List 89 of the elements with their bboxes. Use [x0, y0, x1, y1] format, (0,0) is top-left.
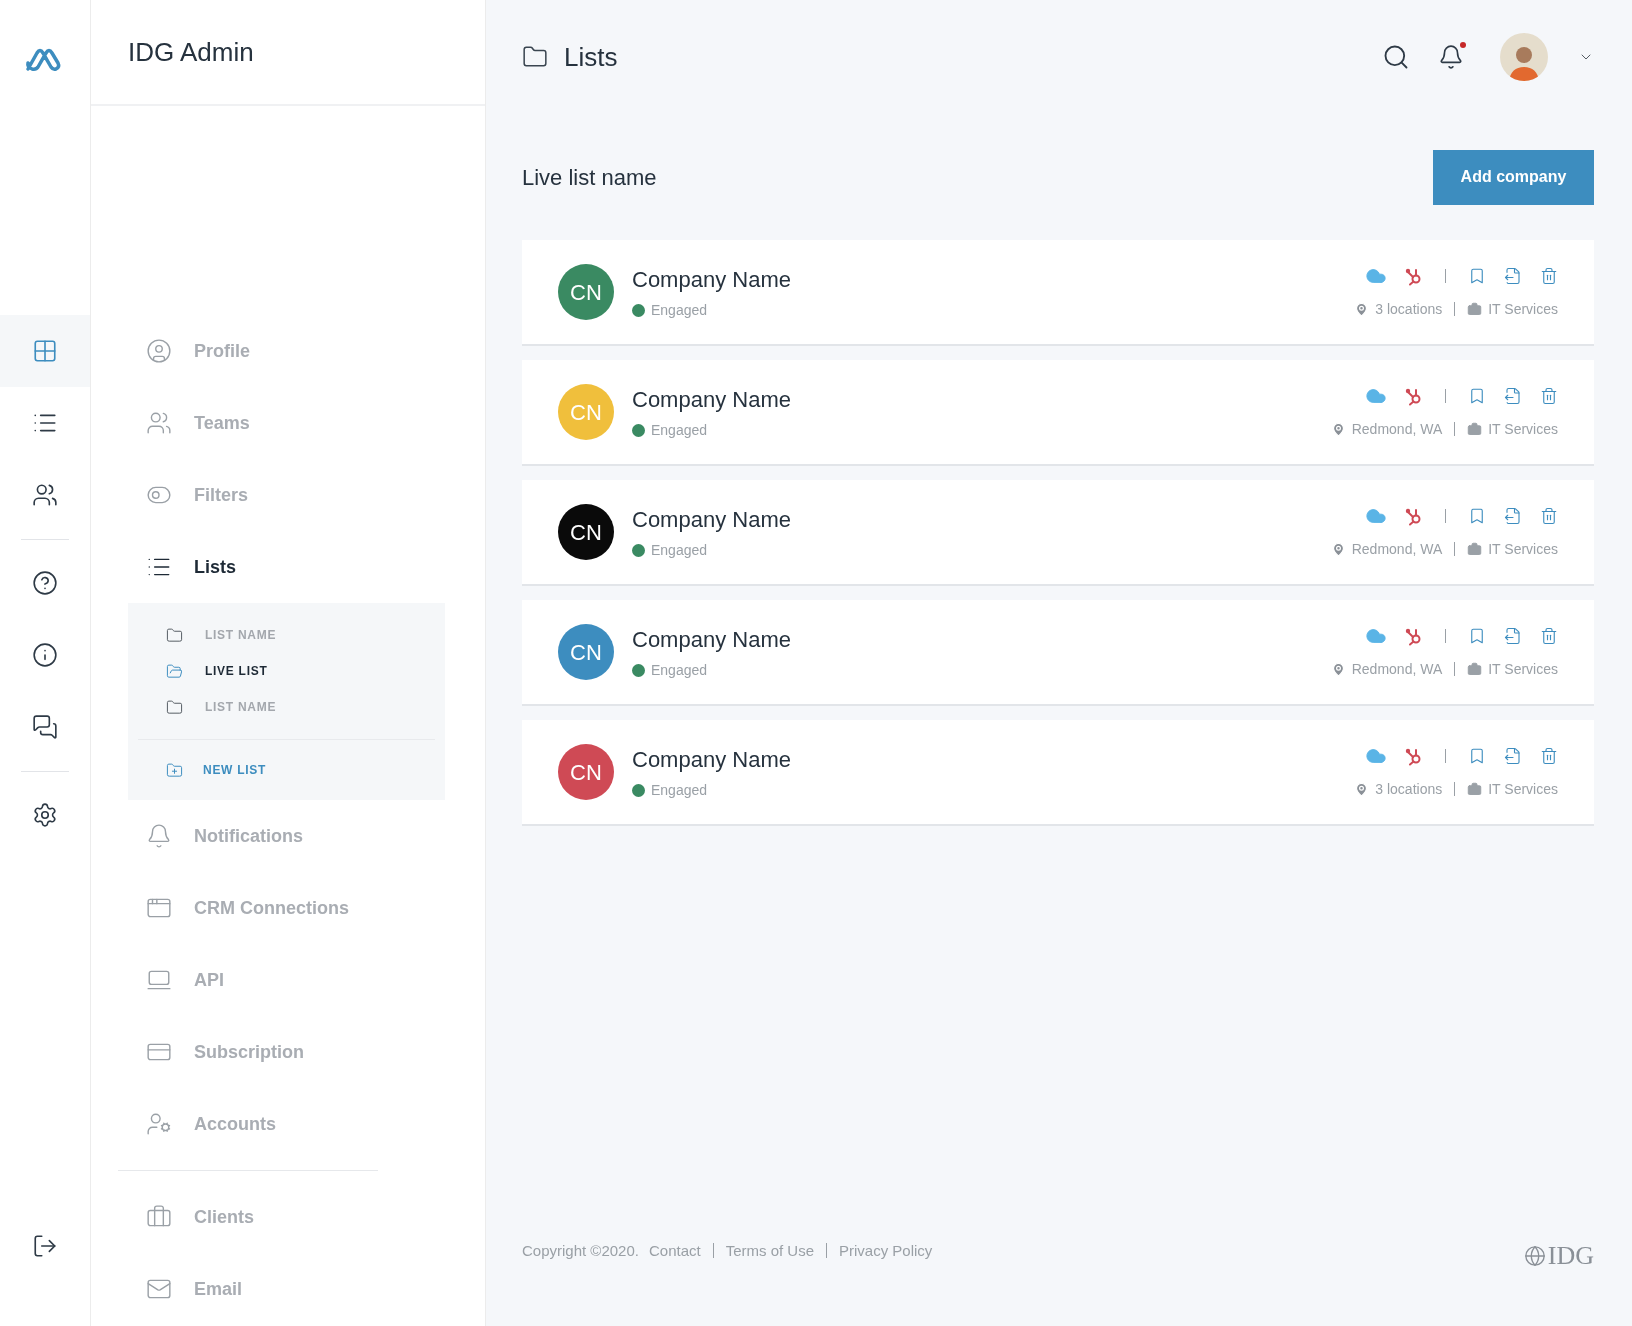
bookmark-icon[interactable]	[1468, 746, 1486, 765]
user-avatar[interactable]	[1500, 33, 1548, 81]
export-file-icon[interactable]	[1504, 626, 1522, 645]
location-label: Redmond, WA	[1351, 659, 1443, 679]
bookmark-icon[interactable]	[1468, 266, 1486, 285]
briefcase-icon	[1467, 421, 1483, 437]
sidebar-item[interactable]: Subscription	[91, 1016, 485, 1088]
export-file-icon[interactable]	[1504, 506, 1522, 525]
location-label: Redmond, WA	[1351, 539, 1443, 559]
industry-label: IT Services	[1488, 539, 1558, 559]
bookmark-icon[interactable]	[1468, 626, 1486, 645]
company-name: Company Name	[632, 506, 791, 534]
footer-link[interactable]: Privacy Policy	[839, 1240, 933, 1263]
sidebar-item[interactable]: CRM Connections	[91, 872, 485, 944]
bookmark-icon[interactable]	[1468, 386, 1486, 405]
folder-icon	[166, 626, 183, 644]
company-name: Company Name	[632, 266, 791, 294]
company-avatar: CN	[558, 384, 614, 440]
status-label: Engaged	[651, 541, 708, 560]
company-name: Company Name	[632, 746, 791, 774]
status-label: Engaged	[651, 301, 708, 320]
trash-icon[interactable]	[1540, 386, 1558, 405]
help-icon	[32, 570, 58, 596]
company-name: Company Name	[632, 626, 791, 654]
sidebar-item[interactable]: Lists	[91, 531, 485, 603]
bookmark-icon[interactable]	[1468, 506, 1486, 525]
location-label: 3 locations	[1375, 299, 1443, 319]
rail-button[interactable]	[0, 315, 90, 387]
sidebar-item[interactable]: Clients	[91, 1181, 485, 1253]
list-title: Live list name	[522, 163, 657, 192]
status-label: Engaged	[651, 421, 708, 440]
industry-label: IT Services	[1488, 779, 1558, 799]
location-label: 3 locations	[1375, 779, 1443, 799]
export-file-icon[interactable]	[1504, 746, 1522, 765]
bell-icon	[146, 823, 172, 849]
logout-icon	[32, 1233, 58, 1259]
chat-icon	[32, 714, 58, 740]
industry-label: IT Services	[1488, 419, 1558, 439]
app-title: IDG Admin	[128, 35, 254, 69]
info-icon	[32, 642, 58, 668]
new-list-button[interactable]: NEW LIST	[128, 752, 445, 788]
export-file-icon[interactable]	[1504, 386, 1522, 405]
footer-link[interactable]: Contact	[648, 1240, 701, 1263]
list-item[interactable]: LIVE LIST	[128, 653, 445, 689]
add-company-button[interactable]: Add company	[1433, 149, 1594, 205]
sidebar-item[interactable]: API	[91, 944, 485, 1016]
company-avatar: CN	[558, 504, 614, 560]
list-item[interactable]: LIST NAME	[128, 689, 445, 725]
folder-plus-icon	[166, 761, 183, 779]
user-circle-icon	[146, 338, 172, 364]
page-title: Lists	[564, 40, 618, 74]
open-folder-icon	[166, 662, 183, 680]
sidebar-item[interactable]: Notifications	[91, 800, 485, 872]
company-avatar: CN	[558, 744, 614, 800]
trash-icon[interactable]	[1540, 746, 1558, 765]
location-label: Redmond, WA	[1351, 419, 1443, 439]
sidebar-item[interactable]: Teams	[91, 387, 485, 459]
briefcase-icon	[1467, 661, 1483, 677]
list-item[interactable]: LIST NAME	[128, 617, 445, 653]
idg-logo: IDG	[1523, 1236, 1594, 1275]
people-icon	[146, 410, 172, 436]
briefcase-icon	[1467, 541, 1483, 557]
briefcase-icon	[1467, 781, 1483, 797]
trash-icon[interactable]	[1540, 266, 1558, 285]
company-name: Company Name	[632, 386, 791, 414]
company-avatar: CN	[558, 624, 614, 680]
bell-icon	[1438, 44, 1464, 70]
user-gear-icon	[146, 1111, 172, 1137]
notifications-button[interactable]	[1438, 44, 1464, 70]
company-avatar: CN	[558, 264, 614, 320]
search-icon[interactable]	[1382, 43, 1410, 71]
industry-label: IT Services	[1488, 299, 1558, 319]
briefcase-icon	[1467, 301, 1483, 317]
footer-link[interactable]: Terms of Use	[725, 1240, 814, 1263]
sidebar-item[interactable]: Email	[91, 1253, 485, 1325]
copyright-text: Copyright ©2020.	[522, 1241, 639, 1261]
status-label: Engaged	[651, 781, 708, 800]
people-icon	[32, 482, 58, 508]
industry-label: IT Services	[1488, 659, 1558, 679]
status-label: Engaged	[651, 661, 708, 680]
trash-icon[interactable]	[1540, 506, 1558, 525]
sidebar-item[interactable]: Filters	[91, 459, 485, 531]
folder-icon	[166, 698, 183, 716]
grid-icon	[32, 338, 58, 364]
sidebar-item[interactable]: Accounts	[91, 1088, 485, 1160]
sidebar-item[interactable]: Profile	[91, 315, 485, 387]
settings-icon	[32, 802, 58, 828]
trash-icon[interactable]	[1540, 626, 1558, 645]
export-file-icon[interactable]	[1504, 266, 1522, 285]
